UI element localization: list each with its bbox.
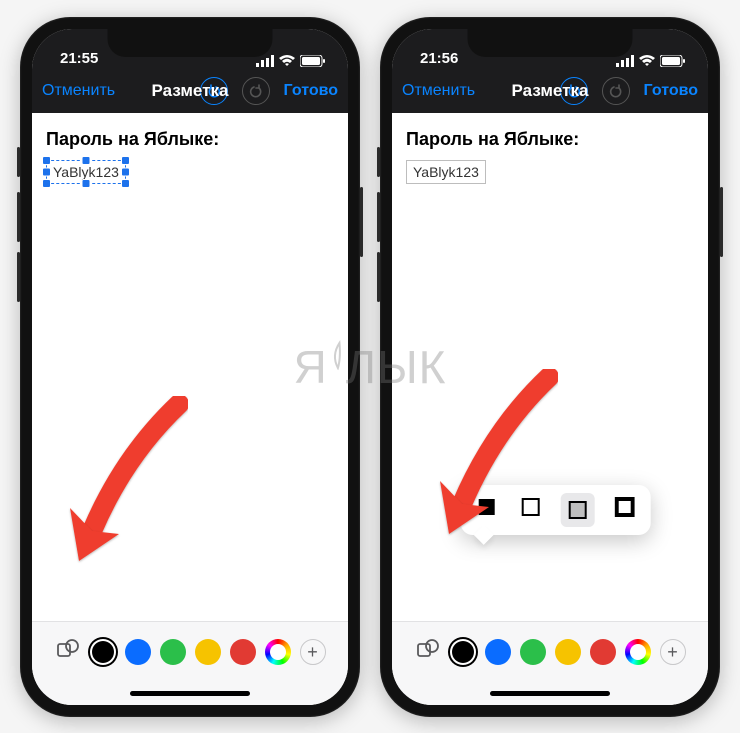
status-right <box>616 55 686 67</box>
color-swatch-blue[interactable] <box>125 639 151 665</box>
wifi-icon <box>279 55 295 67</box>
resize-handle-tr[interactable] <box>121 156 130 165</box>
color-swatch-green[interactable] <box>520 639 546 665</box>
color-swatch-blue[interactable] <box>485 639 511 665</box>
textbox-value: YaBlyk123 <box>53 164 119 180</box>
markup-toolbar: + <box>32 621 348 683</box>
add-tool-button[interactable]: + <box>300 639 326 665</box>
notch <box>468 29 633 57</box>
cancel-button[interactable]: Отменить <box>402 82 475 100</box>
nav-title: Разметка <box>512 81 589 101</box>
nav-bar: Отменить Разметка Готово <box>392 69 708 113</box>
watermark: Я ЛЫК <box>294 340 447 394</box>
resize-handle-mr[interactable] <box>121 167 130 176</box>
notch <box>108 29 273 57</box>
add-tool-button[interactable]: + <box>660 639 686 665</box>
resize-handle-br[interactable] <box>121 179 130 188</box>
shape-option-filled[interactable] <box>473 493 501 521</box>
resize-handle-bl[interactable] <box>42 179 51 188</box>
shape-fill-popover <box>461 485 651 535</box>
battery-icon <box>660 55 686 67</box>
color-swatch-red[interactable] <box>590 639 616 665</box>
home-indicator[interactable] <box>392 683 708 705</box>
status-right <box>256 55 326 67</box>
color-swatch-black[interactable] <box>92 641 114 663</box>
battery-icon <box>300 55 326 67</box>
color-swatch-yellow[interactable] <box>195 639 221 665</box>
cancel-button[interactable]: Отменить <box>42 82 115 100</box>
color-picker-button[interactable] <box>625 639 651 665</box>
color-swatch-black[interactable] <box>452 641 474 663</box>
textbox-value: YaBlyk123 <box>413 164 479 180</box>
markup-textbox[interactable]: YaBlyk123 <box>46 160 126 184</box>
shape-option-semi[interactable] <box>561 493 595 527</box>
nav-title: Разметка <box>152 81 229 101</box>
annotation-arrow <box>64 396 194 566</box>
comparison-stage: Я ЛЫК 21:55 Отменить Разметка <box>0 0 740 733</box>
wifi-icon <box>639 55 655 67</box>
color-swatch-green[interactable] <box>160 639 186 665</box>
shapes-tool-button[interactable] <box>55 639 81 665</box>
done-button[interactable]: Готово <box>284 82 338 100</box>
resize-handle-ml[interactable] <box>42 167 51 176</box>
nav-bar: Отменить Разметка Готово <box>32 69 348 113</box>
status-time: 21:55 <box>60 50 98 67</box>
watermark-right: ЛЫК <box>346 340 447 394</box>
resize-handle-tm[interactable] <box>81 156 90 165</box>
color-picker-button[interactable] <box>265 639 291 665</box>
cellular-icon <box>616 55 634 67</box>
note-heading: Пароль на Яблыке: <box>406 129 696 150</box>
shape-option-outline[interactable] <box>517 493 545 521</box>
color-swatch-yellow[interactable] <box>555 639 581 665</box>
markup-textbox[interactable]: YaBlyk123 <box>406 160 486 184</box>
cellular-icon <box>256 55 274 67</box>
markup-toolbar: + <box>392 621 708 683</box>
shapes-tool-button[interactable] <box>415 639 441 665</box>
note-heading: Пароль на Яблыке: <box>46 129 336 150</box>
watermark-left: Я <box>294 340 328 394</box>
color-swatch-red[interactable] <box>230 639 256 665</box>
home-indicator[interactable] <box>32 683 348 705</box>
resize-handle-tl[interactable] <box>42 156 51 165</box>
redo-button[interactable] <box>602 77 630 105</box>
status-time: 21:56 <box>420 50 458 67</box>
shape-option-thick[interactable] <box>611 493 639 521</box>
redo-button[interactable] <box>242 77 270 105</box>
resize-handle-bm[interactable] <box>81 179 90 188</box>
done-button[interactable]: Готово <box>644 82 698 100</box>
